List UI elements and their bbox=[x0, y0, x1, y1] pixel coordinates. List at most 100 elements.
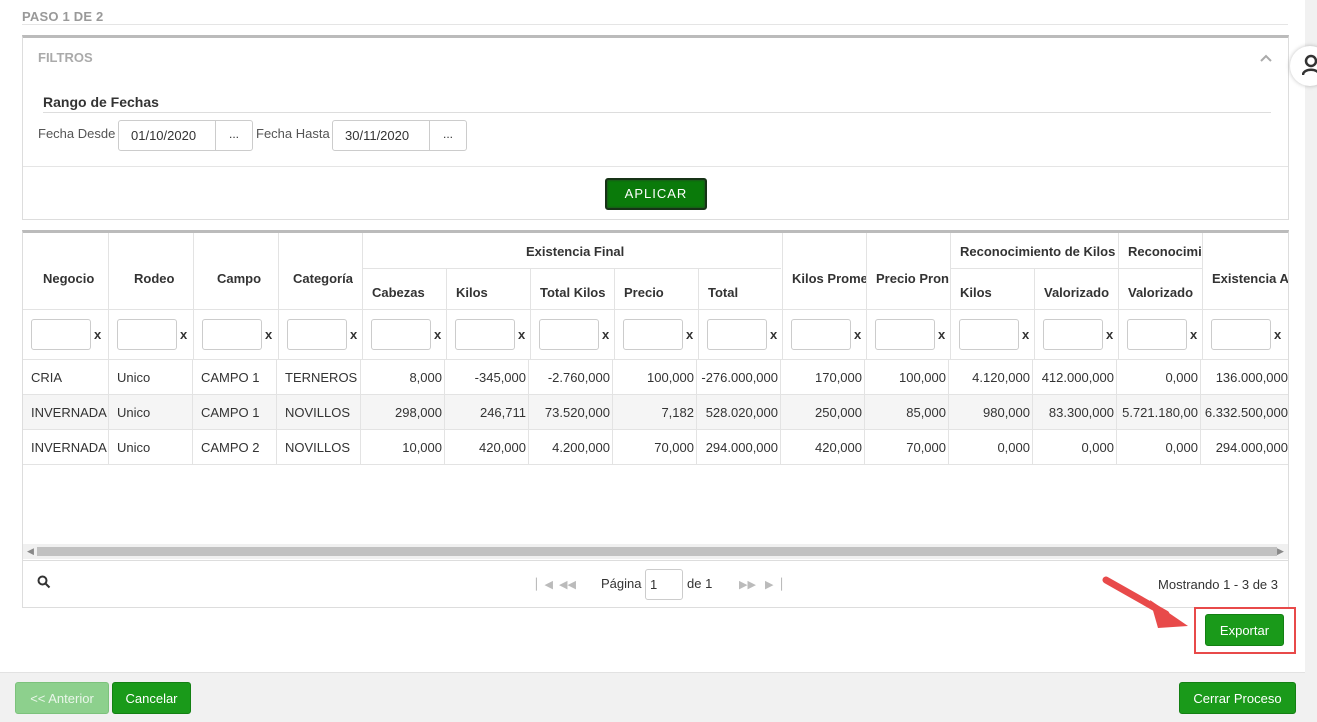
table-cell: NOVILLOS bbox=[276, 395, 360, 430]
clear-filter-button[interactable]: x bbox=[94, 327, 101, 342]
divider bbox=[950, 233, 951, 360]
header-precio-promedio[interactable]: Precio Pron bbox=[876, 271, 950, 286]
header-kilos[interactable]: Kilos bbox=[456, 285, 488, 300]
last-page-icon[interactable]: ▶▕ bbox=[765, 578, 782, 591]
step-title: PASO 1 DE 2 bbox=[22, 9, 104, 24]
table-cell: 4.200,000 bbox=[528, 430, 612, 465]
clear-filter-button[interactable]: x bbox=[1022, 327, 1029, 342]
date-to-field: 30/11/2020 ... bbox=[332, 120, 467, 151]
clear-filter-button[interactable]: x bbox=[1274, 327, 1281, 342]
arrow-annotation-icon bbox=[1102, 576, 1188, 628]
table-cell: 7,182 bbox=[612, 395, 696, 430]
clear-filter-button[interactable]: x bbox=[180, 327, 187, 342]
search-icon[interactable] bbox=[37, 575, 51, 592]
column-filter-input[interactable] bbox=[1127, 319, 1187, 350]
date-to-label: Fecha Hasta bbox=[256, 126, 330, 141]
table-row[interactable]: CRIAUnicoCAMPO 1TERNEROS M8,000-345,000-… bbox=[23, 360, 1288, 395]
table-cell: 980,000 bbox=[948, 395, 1032, 430]
table-cell: -345,000 bbox=[444, 360, 528, 395]
table-cell: 298,000 bbox=[360, 395, 444, 430]
header-rodeo[interactable]: Rodeo bbox=[134, 271, 174, 286]
clear-filter-button[interactable]: x bbox=[350, 327, 357, 342]
column-filter-input[interactable] bbox=[31, 319, 91, 350]
divider bbox=[446, 269, 447, 360]
column-filter-input[interactable] bbox=[1043, 319, 1103, 350]
header-reconocimiento-kilos: Reconocimiento de Kilos bbox=[960, 244, 1116, 259]
column-filter-input[interactable] bbox=[875, 319, 935, 350]
clear-filter-button[interactable]: x bbox=[686, 327, 693, 342]
page-input[interactable]: 1 bbox=[645, 569, 683, 600]
header-cabezas[interactable]: Cabezas bbox=[372, 285, 425, 300]
table-cell: 100,000 bbox=[864, 360, 948, 395]
column-filter-input[interactable] bbox=[623, 319, 683, 350]
column-filter-input[interactable] bbox=[455, 319, 515, 350]
column-filter-input[interactable] bbox=[959, 319, 1019, 350]
header-total[interactable]: Total bbox=[708, 285, 738, 300]
date-to-input[interactable]: 30/11/2020 bbox=[333, 121, 430, 150]
date-to-picker-button[interactable]: ... bbox=[430, 121, 466, 150]
clear-filter-button[interactable]: x bbox=[434, 327, 441, 342]
table-cell: 6.332.500,000 bbox=[1200, 395, 1288, 430]
table-cell: 0,000 bbox=[1116, 430, 1200, 465]
date-from-picker-button[interactable]: ... bbox=[216, 121, 252, 150]
column-filter-input[interactable] bbox=[1211, 319, 1271, 350]
clear-filter-button[interactable]: x bbox=[854, 327, 861, 342]
apply-button[interactable]: APLICAR bbox=[605, 178, 707, 210]
table-cell: CAMPO 1 bbox=[192, 360, 276, 395]
close-process-button[interactable]: Cerrar Proceso bbox=[1179, 682, 1296, 714]
export-button[interactable]: Exportar bbox=[1205, 614, 1284, 646]
header-negocio[interactable]: Negocio bbox=[43, 271, 94, 286]
column-filter-input[interactable] bbox=[791, 319, 851, 350]
table-cell: 136.000,000 bbox=[1200, 360, 1288, 395]
table-cell: 294.000,000 bbox=[696, 430, 780, 465]
clear-filter-button[interactable]: x bbox=[602, 327, 609, 342]
header-existencia-final: Existencia Final bbox=[526, 244, 625, 259]
header-campo[interactable]: Campo bbox=[217, 271, 261, 286]
date-from-input[interactable]: 01/10/2020 bbox=[119, 121, 216, 150]
clear-filter-button[interactable]: x bbox=[938, 327, 945, 342]
divider bbox=[698, 269, 699, 360]
clear-filter-button[interactable]: x bbox=[1190, 327, 1197, 342]
divider bbox=[108, 233, 109, 360]
clear-filter-button[interactable]: x bbox=[518, 327, 525, 342]
divider bbox=[23, 166, 1288, 167]
scrollbar-thumb[interactable] bbox=[37, 547, 1277, 556]
header-total-kilos[interactable]: Total Kilos bbox=[540, 285, 605, 300]
table-cell: CAMPO 1 bbox=[192, 395, 276, 430]
column-filter-input[interactable] bbox=[202, 319, 262, 350]
table-row[interactable]: INVERNADA Unico CAMPO 1 NOVILLOS 298,000 246,… bbox=[23, 395, 1288, 430]
table-cell: 528.020,000 bbox=[696, 395, 780, 430]
scroll-left-icon[interactable]: ◀ bbox=[27, 546, 34, 557]
horizontal-scrollbar[interactable]: ◀ ▶ bbox=[23, 544, 1288, 559]
header-existencia-a[interactable]: Existencia A bbox=[1212, 271, 1288, 286]
scroll-right-icon[interactable]: ▶ bbox=[1277, 546, 1284, 557]
table-cell: Unico bbox=[108, 395, 192, 430]
column-filter-input[interactable] bbox=[371, 319, 431, 350]
column-filter-input[interactable] bbox=[539, 319, 599, 350]
column-filter-input[interactable] bbox=[287, 319, 347, 350]
clear-filter-button[interactable]: x bbox=[265, 327, 272, 342]
chevron-up-icon[interactable] bbox=[1260, 50, 1272, 65]
first-page-icon[interactable]: ▏◀ bbox=[536, 578, 553, 591]
next-page-icon[interactable]: ▶▶ bbox=[739, 578, 756, 591]
header-categoria[interactable]: Categoría bbox=[293, 271, 353, 286]
table-cell: -2.760,000 bbox=[528, 360, 612, 395]
header-r2-valorizado[interactable]: Valorizado bbox=[1128, 285, 1193, 300]
column-filter-input[interactable] bbox=[707, 319, 767, 350]
clear-filter-button[interactable]: x bbox=[770, 327, 777, 342]
table-cell: 250,000 bbox=[780, 395, 864, 430]
table-row[interactable]: INVERNADA Unico CAMPO 2 NOVILLOS 10,000 420,0… bbox=[23, 430, 1288, 465]
header-rk-kilos[interactable]: Kilos bbox=[960, 285, 992, 300]
page-content: PASO 1 DE 2 FILTROS Rango de Fechas Fech… bbox=[0, 0, 1305, 672]
column-filter-input[interactable] bbox=[117, 319, 177, 350]
header-kilos-promedio[interactable]: Kilos Prome bbox=[792, 271, 866, 286]
divider bbox=[950, 268, 1202, 269]
prev-page-icon[interactable]: ◀◀ bbox=[559, 578, 576, 591]
header-precio[interactable]: Precio bbox=[624, 285, 664, 300]
clear-filter-button[interactable]: x bbox=[1106, 327, 1113, 342]
table-cell: 100,000 bbox=[612, 360, 696, 395]
previous-button[interactable]: << Anterior bbox=[15, 682, 109, 714]
header-rk-valorizado[interactable]: Valorizado bbox=[1044, 285, 1109, 300]
cancel-button[interactable]: Cancelar bbox=[112, 682, 191, 714]
date-from-label: Fecha Desde bbox=[38, 126, 116, 141]
